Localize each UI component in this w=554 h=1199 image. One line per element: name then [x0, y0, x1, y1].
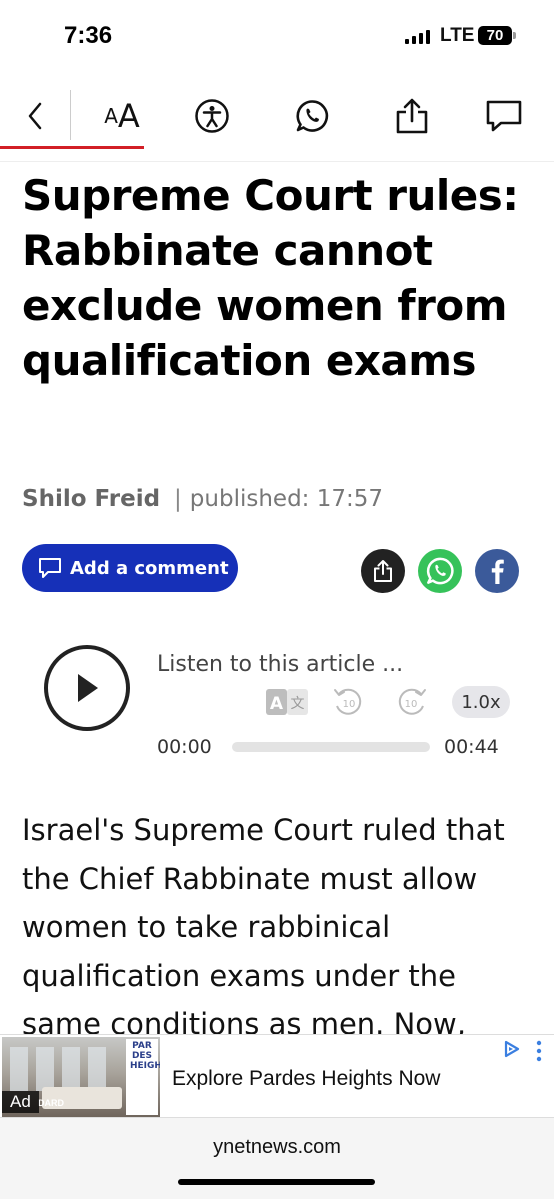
add-comment-button[interactable]: Add a comment [22, 544, 238, 592]
signal-icon [405, 30, 430, 44]
battery-icon: 70 [478, 26, 516, 45]
comment-icon [486, 100, 522, 132]
domain-label[interactable]: ynetnews.com [0, 1136, 554, 1159]
share-button[interactable] [388, 84, 436, 148]
text-size-button[interactable]: AA [90, 84, 154, 148]
comment-icon [39, 558, 61, 578]
byline-separator: | [174, 486, 182, 512]
ad-headline[interactable]: Explore Pardes Heights Now [172, 1067, 440, 1091]
adchoices-icon[interactable] [502, 1039, 522, 1059]
ad-banner[interactable]: PAR DES HEIGHTS DARD Ad Explore Pardes H… [0, 1034, 554, 1118]
more-options-icon[interactable] [535, 1040, 543, 1062]
forward-button[interactable]: 10 [395, 686, 429, 718]
article-title: Supreme Court rules: Rabbinate cannot ex… [22, 171, 519, 385]
accessibility-button[interactable] [188, 84, 236, 148]
text-size-small-glyph: A [104, 104, 118, 128]
audio-progress-bar[interactable] [232, 742, 430, 752]
playback-speed-button[interactable]: 1.0x [452, 686, 510, 718]
back-button[interactable] [0, 84, 70, 148]
play-icon [78, 674, 98, 702]
translate-glyph: 文 [291, 696, 305, 712]
network-label: LTE [440, 25, 475, 46]
share-icon [396, 98, 428, 134]
home-indicator[interactable] [178, 1179, 375, 1185]
rewind-10-icon: 10 [334, 688, 362, 715]
translate-icon: A 文 [266, 689, 308, 715]
share-native-button[interactable] [361, 549, 405, 593]
author-name[interactable]: Shilo Freid [22, 486, 160, 512]
rewind-button[interactable]: 10 [331, 686, 365, 718]
byline: Shilo Freid | published: 17:57 [22, 486, 383, 512]
share-facebook-button[interactable] [475, 549, 519, 593]
status-time: 7:36 [64, 22, 113, 49]
translate-button[interactable]: A 文 [266, 686, 308, 718]
duration: 00:44 [444, 736, 499, 758]
forward-10-icon: 10 [398, 688, 426, 715]
chevron-left-icon [28, 102, 42, 130]
whatsapp-icon [296, 100, 329, 132]
listen-label: Listen to this article ... [157, 652, 404, 677]
article-toolbar: AA [0, 84, 554, 162]
comments-button[interactable] [480, 84, 528, 148]
publish-time: published: 17:57 [189, 486, 384, 512]
share-whatsapp-button[interactable] [418, 549, 462, 593]
rewind-seconds: 10 [343, 699, 356, 710]
facebook-icon [491, 559, 504, 584]
browser-address-bar: ynetnews.com [0, 1118, 554, 1199]
translate-badge: A [270, 694, 284, 714]
play-button[interactable] [44, 645, 130, 731]
active-tab-indicator [0, 146, 144, 149]
whatsapp-icon [426, 557, 454, 585]
ad-image-text: DARD [38, 1098, 64, 1108]
ad-logo: PAR DES HEIGHTS [130, 1041, 160, 1071]
share-icon [374, 560, 392, 582]
status-bar: 7:36 LTE 70 [0, 0, 554, 72]
forward-seconds: 10 [405, 699, 418, 710]
toolbar-divider [70, 90, 71, 140]
ad-label: Ad [2, 1091, 39, 1113]
toolbar-border [0, 161, 554, 162]
article-body: Israel's Supreme Court ruled that the Ch… [22, 813, 505, 1041]
whatsapp-share-button[interactable] [288, 84, 336, 148]
text-size-big-glyph: A [117, 97, 140, 135]
accessibility-icon [195, 99, 229, 133]
current-time: 00:00 [157, 736, 212, 758]
add-comment-label: Add a comment [70, 557, 229, 579]
